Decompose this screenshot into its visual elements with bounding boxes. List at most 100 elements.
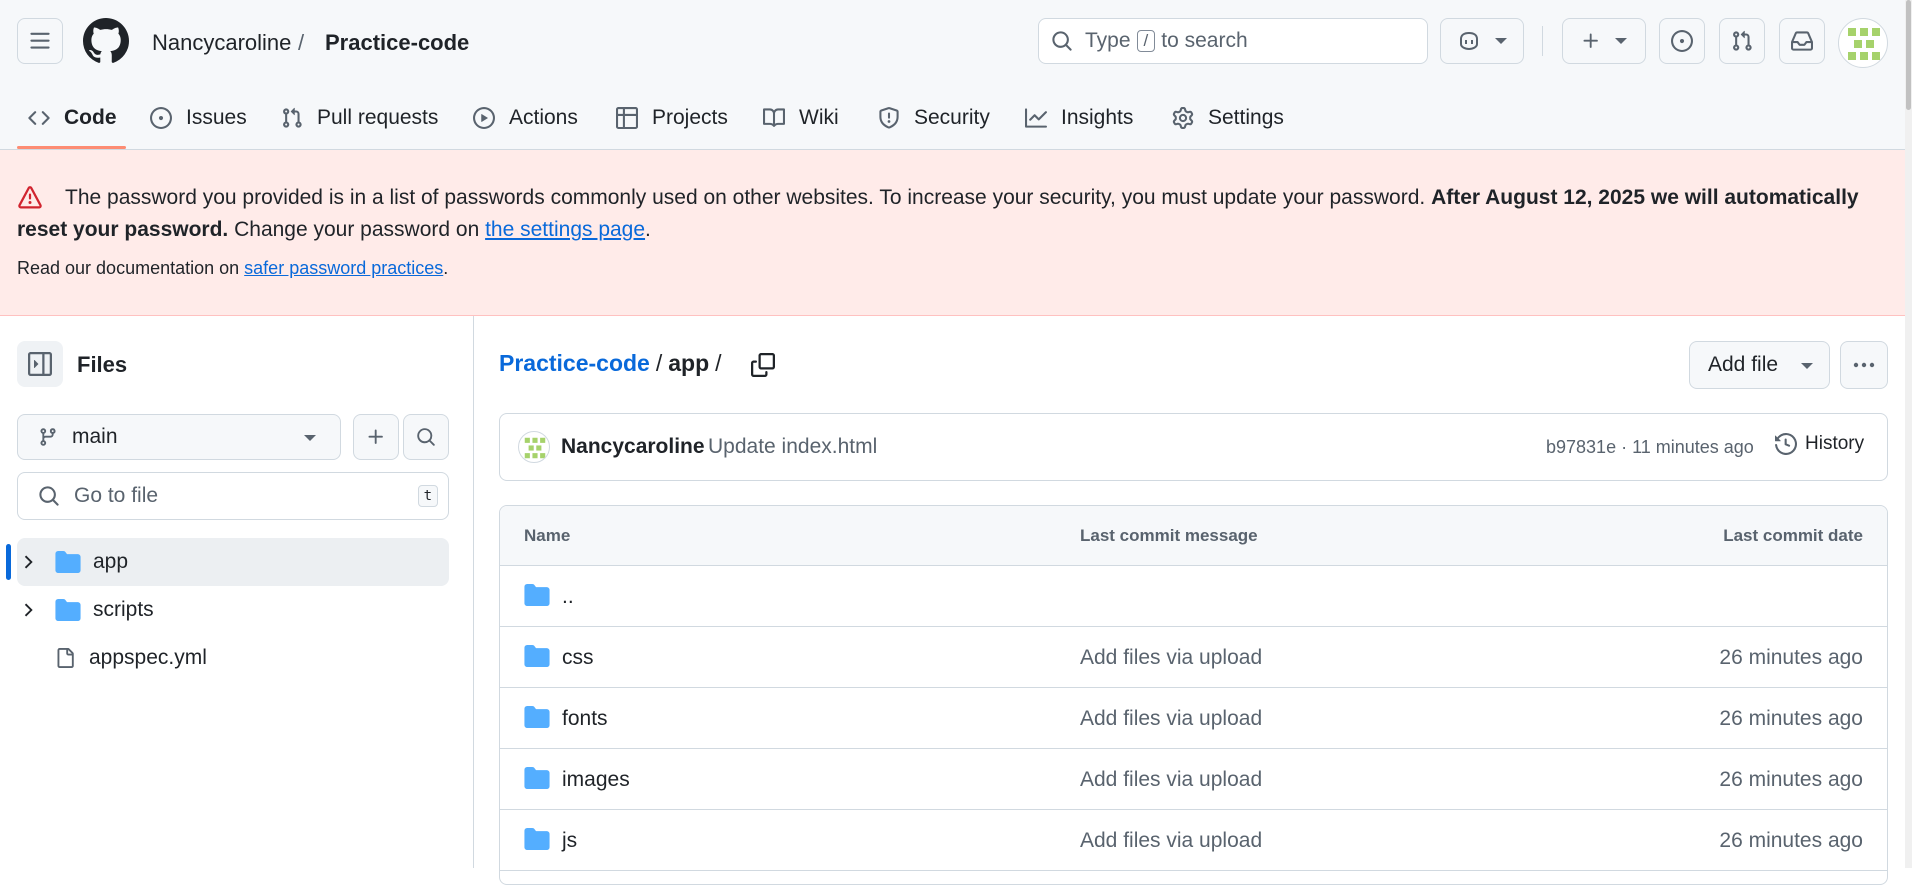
commit-author[interactable]: Nancycaroline — [561, 435, 705, 459]
user-avatar[interactable] — [1838, 18, 1888, 68]
file-commit-date: 26 minutes ago — [1719, 707, 1863, 730]
copy-icon — [751, 353, 775, 377]
history-button[interactable]: History — [1775, 433, 1864, 455]
file-commit-message[interactable]: Add files via upload — [1080, 646, 1262, 670]
tab-wiki[interactable]: Wiki — [763, 86, 839, 150]
password-practices-link[interactable]: safer password practices — [244, 258, 443, 278]
tab-issues[interactable]: Issues — [150, 86, 247, 150]
issues-button[interactable] — [1659, 18, 1705, 64]
file-name[interactable]: css — [562, 646, 594, 670]
commit-message[interactable]: Update index.html — [708, 435, 877, 459]
table-header: Name Last commit message Last commit dat… — [500, 506, 1887, 566]
file-icon — [57, 648, 74, 668]
tab-insights[interactable]: Insights — [1025, 86, 1133, 150]
pull-requests-button[interactable] — [1719, 18, 1765, 64]
repo-link[interactable]: Practice-code — [325, 30, 469, 56]
issue-icon — [150, 107, 172, 129]
add-file-button-sidebar[interactable] — [353, 414, 399, 460]
chevron-down-icon — [304, 435, 316, 441]
repo-nav: Code Issues Pull requests Actions Projec… — [0, 86, 1912, 150]
search-icon — [417, 428, 435, 446]
copilot-button[interactable] — [1440, 18, 1524, 64]
tree-item-appspec[interactable]: appspec.yml — [17, 634, 449, 682]
chevron-down-icon — [1495, 38, 1507, 44]
tab-label: Code — [64, 106, 117, 129]
hamburger-icon — [30, 32, 50, 49]
tab-actions[interactable]: Actions — [473, 86, 578, 150]
copy-path-button[interactable] — [748, 350, 778, 380]
warning-text: The password you provided is in a list o… — [65, 186, 1426, 209]
file-commit-date: 26 minutes ago — [1719, 646, 1863, 669]
branch-selector[interactable]: main — [17, 414, 341, 460]
github-logo-icon[interactable] — [83, 18, 129, 64]
tab-label: Settings — [1208, 106, 1284, 129]
breadcrumb-separator: / — [715, 350, 722, 376]
inbox-button[interactable] — [1779, 18, 1825, 64]
tab-label: Insights — [1061, 106, 1134, 129]
collapse-panel-button[interactable] — [17, 341, 63, 387]
search-input[interactable]: Type / to search — [1038, 18, 1428, 64]
table-row[interactable]: js Add files via upload 26 minutes ago — [500, 810, 1887, 871]
tree-item-app[interactable]: app — [17, 538, 449, 586]
file-name[interactable]: fonts — [562, 707, 608, 731]
search-files-button[interactable] — [403, 414, 449, 460]
settings-page-link[interactable]: the settings page — [485, 218, 645, 241]
code-icon — [28, 111, 50, 125]
book-icon — [763, 108, 785, 127]
go-to-file-input[interactable]: Go to file t — [17, 472, 449, 520]
documentation-note: Read our documentation on safer password… — [17, 258, 448, 279]
table-row-parent[interactable]: .. — [500, 566, 1887, 627]
folder-icon — [524, 706, 550, 728]
table-row[interactable]: images Add files via upload 26 minutes a… — [500, 749, 1887, 810]
tab-projects[interactable]: Projects — [616, 86, 728, 150]
history-icon — [1775, 433, 1797, 455]
folder-icon — [55, 551, 81, 573]
tree-selection-indicator — [6, 544, 11, 580]
tab-security[interactable]: Security — [878, 86, 990, 150]
table-row[interactable]: fonts Add files via upload 26 minutes ag… — [500, 688, 1887, 749]
file-name[interactable]: .. — [562, 585, 574, 609]
path-breadcrumb: Practice-code / app / — [499, 350, 728, 377]
commit-author-avatar[interactable] — [518, 431, 550, 463]
file-commit-message[interactable]: Add files via upload — [1080, 829, 1262, 853]
column-last-commit-date: Last commit date — [1723, 526, 1863, 545]
tab-settings[interactable]: Settings — [1172, 86, 1284, 150]
identicon-icon — [1848, 28, 1880, 60]
tree-item-scripts[interactable]: scripts — [17, 586, 449, 634]
tab-pull-requests[interactable]: Pull requests — [281, 86, 438, 150]
commit-meta[interactable]: b97831e · 11 minutes ago — [1546, 437, 1754, 458]
tab-code[interactable]: Code — [28, 86, 117, 150]
doc-prefix: Read our documentation on — [17, 258, 240, 278]
tab-label: Issues — [186, 106, 247, 129]
create-new-button[interactable] — [1562, 18, 1646, 64]
folder-icon — [524, 767, 550, 789]
more-options-button[interactable] — [1840, 341, 1888, 389]
add-file-button[interactable]: Add file — [1689, 341, 1830, 389]
search-shortcut: / — [1136, 30, 1156, 52]
scrollbar-thumb[interactable] — [1906, 0, 1911, 110]
page-scrollbar[interactable] — [1905, 0, 1912, 868]
play-icon — [473, 107, 495, 129]
chevron-right-icon — [24, 555, 33, 569]
add-file-label: Add file — [1708, 353, 1779, 376]
issue-icon — [1671, 30, 1693, 52]
file-commit-message[interactable]: Add files via upload — [1080, 707, 1262, 731]
table-row[interactable]: css Add files via upload 26 minutes ago — [500, 627, 1887, 688]
breadcrumb-separator: / — [655, 350, 663, 376]
tab-label: Security — [914, 106, 990, 129]
alert-icon — [18, 186, 42, 209]
owner-link[interactable]: Nancycaroline — [152, 30, 291, 56]
breadcrumb-repo-link[interactable]: Practice-code — [499, 350, 650, 376]
sidebar-collapse-icon — [28, 352, 52, 376]
menu-button[interactable] — [17, 18, 63, 64]
folder-icon — [55, 599, 81, 621]
go-to-file-shortcut: t — [417, 485, 438, 507]
change-prefix: Change your password on — [234, 218, 480, 241]
tab-label: Projects — [652, 106, 728, 129]
file-name[interactable]: js — [562, 829, 577, 853]
search-icon — [1052, 31, 1072, 51]
copilot-icon — [1460, 31, 1478, 51]
inbox-icon — [1791, 31, 1813, 51]
file-name[interactable]: images — [562, 768, 630, 792]
file-commit-message[interactable]: Add files via upload — [1080, 768, 1262, 792]
